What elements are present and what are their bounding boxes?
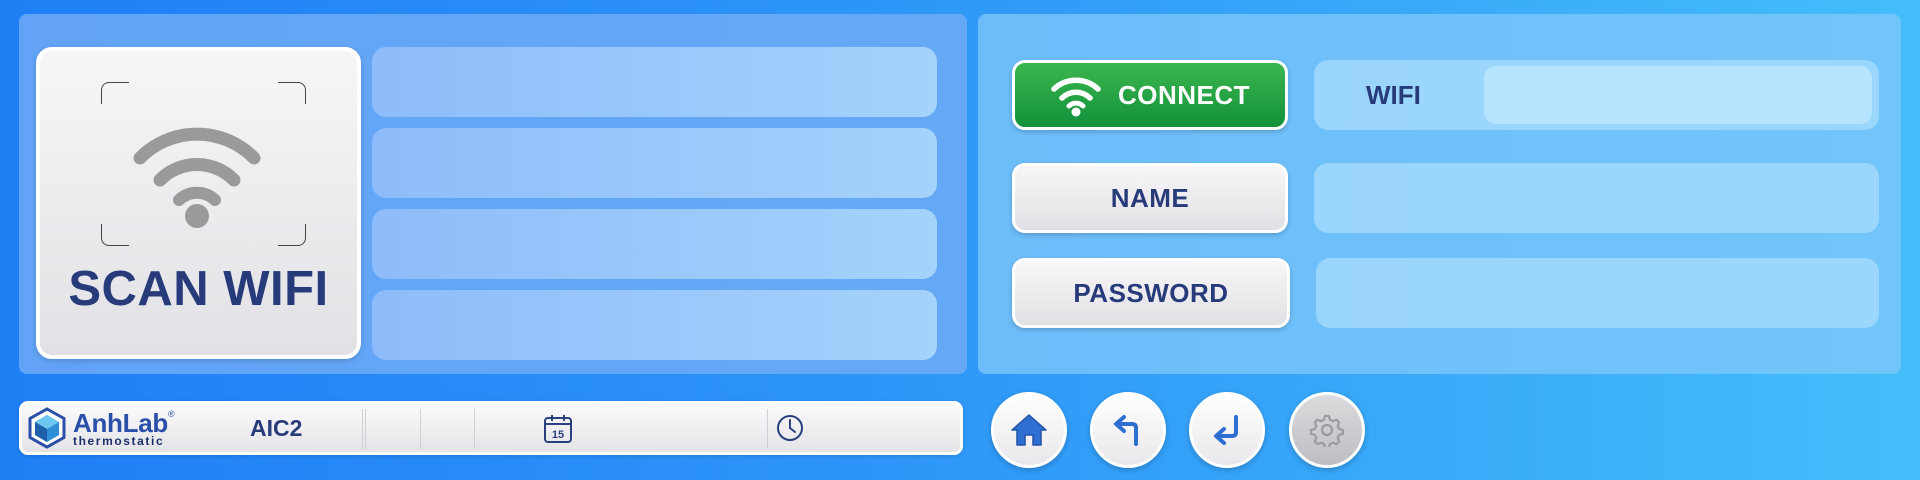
wifi-network-slot[interactable] (372, 128, 937, 198)
scan-frame-corner (278, 224, 306, 246)
wifi-network-slot[interactable] (372, 290, 937, 360)
back-button[interactable] (1090, 392, 1166, 468)
logo-tagline: thermostatic (73, 433, 165, 448)
logo-hexagon-icon (28, 407, 66, 449)
status-bar: AnhLab® thermostatic AIC2 15 (19, 401, 963, 455)
home-button[interactable] (991, 392, 1067, 468)
calendar-day: 15 (552, 429, 564, 441)
divider (474, 409, 475, 449)
device-name: AIC2 (250, 415, 303, 441)
password-input[interactable] (1316, 258, 1879, 328)
password-label: PASSWORD (1073, 277, 1229, 308)
logo-registered-mark: ® (167, 408, 175, 419)
anhlab-logo: AnhLab® thermostatic (26, 407, 175, 449)
scan-wifi-label: SCAN WIFI (68, 262, 329, 316)
scan-wifi-button[interactable]: SCAN WIFI (36, 47, 361, 359)
wifi-icon (1051, 77, 1101, 117)
settings-button[interactable] (1289, 392, 1365, 468)
scan-frame-corner (101, 224, 129, 246)
name-input[interactable] (1314, 163, 1879, 233)
gear-icon (1310, 414, 1344, 447)
enter-icon (1214, 415, 1238, 445)
divider (767, 409, 768, 449)
scan-frame-corner (101, 82, 129, 104)
calendar-icon: 15 (544, 415, 572, 443)
wifi-network-slot[interactable] (372, 47, 937, 117)
divider (365, 409, 366, 449)
enter-button[interactable] (1189, 392, 1265, 468)
divider (362, 409, 363, 449)
wifi-network-slot[interactable] (372, 209, 937, 279)
wifi-field-label: WIFI (1366, 80, 1421, 110)
connect-button[interactable]: CONNECT (1012, 60, 1288, 130)
wifi-ssid-input[interactable] (1484, 66, 1872, 124)
wifi-field: WIFI (1314, 60, 1879, 130)
password-button[interactable]: PASSWORD (1012, 258, 1290, 328)
back-arrow-icon (1114, 415, 1138, 446)
home-icon (1011, 414, 1047, 446)
name-button[interactable]: NAME (1012, 163, 1288, 233)
divider (420, 409, 421, 449)
clock-icon (777, 415, 803, 441)
logo-wordmark: AnhLab (73, 407, 168, 438)
connect-label: CONNECT (1117, 79, 1251, 110)
wifi-icon (133, 127, 261, 228)
scan-frame-corner (278, 82, 306, 104)
name-label: NAME (1110, 182, 1190, 213)
